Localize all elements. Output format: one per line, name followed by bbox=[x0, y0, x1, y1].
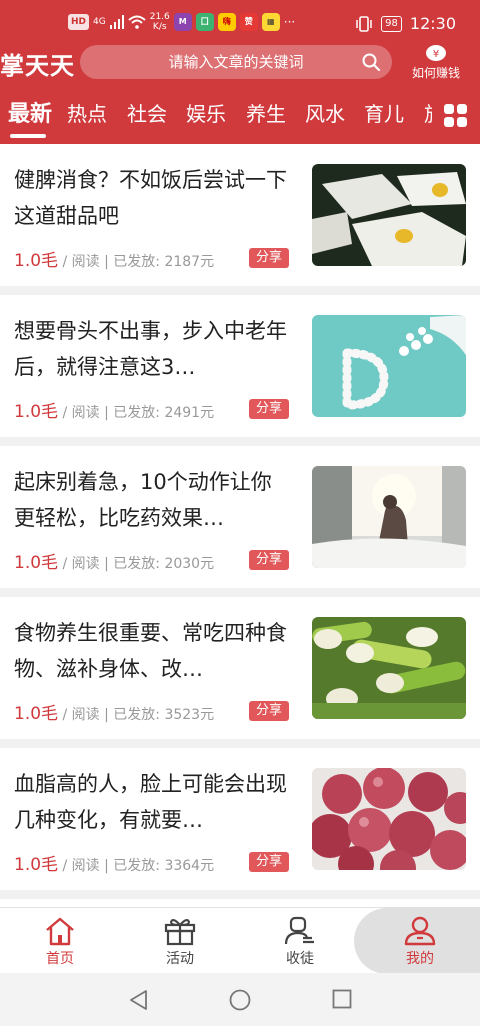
article-meta: 1.0毛 / 阅读 | 已发放: 2187元 bbox=[14, 246, 214, 271]
share-button[interactable]: 分享 bbox=[249, 852, 289, 872]
bottom-navigation: 首页 活动 收徒 我的 bbox=[0, 907, 480, 974]
back-icon[interactable] bbox=[128, 989, 148, 1011]
article-stats: / 阅读 | 已发放: 3364元 bbox=[58, 858, 215, 874]
share-button[interactable]: 分享 bbox=[249, 550, 289, 570]
morning-stretch-thumbnail-image bbox=[312, 466, 466, 568]
article-card-partial bbox=[0, 899, 480, 907]
nav-activity-label: 活动 bbox=[166, 951, 194, 967]
app-notification-icon: ▦ bbox=[261, 13, 280, 31]
article-title[interactable]: 健脾消食？不如饭后尝试一下这道甜品吧 bbox=[14, 162, 290, 234]
home-icon bbox=[46, 917, 74, 946]
nav-recruit-label: 收徒 bbox=[286, 951, 314, 967]
network-type-label: 4G bbox=[93, 17, 106, 27]
article-title[interactable]: 食物养生很重要、常吃四种食物、滋补身体、改… bbox=[14, 615, 290, 687]
recruit-icon bbox=[284, 916, 314, 945]
dessert-thumbnail-image bbox=[312, 164, 466, 266]
nav-me[interactable]: 我的 bbox=[360, 908, 480, 974]
tab-fengshui[interactable]: 风水 bbox=[305, 98, 345, 127]
article-stats: / 阅读 | 已发放: 2491元 bbox=[58, 405, 215, 421]
tab-entertainment[interactable]: 娱乐 bbox=[186, 98, 226, 127]
share-button[interactable]: 分享 bbox=[249, 701, 289, 721]
search-placeholder: 请输入文章的关键词 bbox=[168, 53, 304, 71]
article-reward: 1.0毛 bbox=[14, 855, 59, 875]
nav-activity[interactable]: 活动 bbox=[120, 908, 240, 974]
grapes-thumbnail-image bbox=[312, 768, 466, 870]
how-to-earn-label: 如何赚钱 bbox=[411, 66, 460, 80]
article-stats: / 阅读 | 已发放: 2187元 bbox=[58, 254, 215, 270]
battery-indicator: 98 bbox=[381, 15, 402, 32]
home-circle-icon[interactable] bbox=[229, 989, 251, 1011]
green-onions-thumbnail-image bbox=[312, 617, 466, 719]
article-stats: / 阅读 | 已发放: 2030元 bbox=[58, 556, 215, 572]
signal-icon bbox=[109, 15, 124, 29]
status-right: 98 12:30 bbox=[355, 14, 456, 33]
article-reward: 1.0毛 bbox=[14, 402, 59, 422]
hd-label: HD bbox=[68, 14, 90, 30]
article-card[interactable]: 起床别着急，10个动作让你更轻松，比吃药效果… 1.0毛 / 阅读 | 已发放:… bbox=[0, 446, 480, 588]
article-card[interactable]: 食物养生很重要、常吃四种食物、滋补身体、改… 1.0毛 / 阅读 | 已发放: … bbox=[0, 597, 480, 739]
active-tab-indicator bbox=[10, 134, 46, 138]
article-meta: 1.0毛 / 阅读 | 已发放: 2491元 bbox=[14, 397, 214, 422]
nav-me-label: 我的 bbox=[406, 951, 434, 967]
category-tabs: 最新 热点 社会 娱乐 养生 风水 育儿 旅 bbox=[0, 90, 480, 144]
article-thumbnail[interactable] bbox=[312, 466, 466, 568]
vitamin-d-thumbnail-image bbox=[312, 315, 466, 417]
article-title[interactable]: 起床别着急，10个动作让你更轻松，比吃药效果… bbox=[14, 464, 290, 536]
article-card[interactable]: 想要骨头不出事，步入中老年后，就得注意这3… 1.0毛 / 阅读 | 已发放: … bbox=[0, 295, 480, 437]
article-thumbnail[interactable] bbox=[312, 164, 466, 266]
tab-society[interactable]: 社会 bbox=[127, 98, 167, 127]
article-reward: 1.0毛 bbox=[14, 704, 59, 724]
article-thumbnail[interactable] bbox=[312, 315, 466, 417]
tab-latest[interactable]: 最新 bbox=[8, 96, 52, 128]
clock: 12:30 bbox=[409, 14, 456, 33]
grid-menu-icon[interactable] bbox=[444, 104, 468, 128]
article-meta: 1.0毛 / 阅读 | 已发放: 3364元 bbox=[14, 850, 214, 875]
article-card[interactable]: 健脾消食？不如饭后尝试一下这道甜品吧 1.0毛 / 阅读 | 已发放: 2187… bbox=[0, 144, 480, 286]
nav-home[interactable]: 首页 bbox=[0, 908, 120, 974]
tab-health[interactable]: 养生 bbox=[246, 98, 286, 127]
share-button[interactable]: 分享 bbox=[249, 399, 289, 419]
status-bar: HD 4G 21.6 K/s M 囗 嗨 赞 ▦ ··· 98 12:30 bbox=[0, 0, 480, 44]
tab-hot[interactable]: 热点 bbox=[67, 98, 107, 127]
app-notification-icon: 赞 bbox=[239, 13, 258, 31]
wifi-icon bbox=[128, 15, 146, 29]
share-button[interactable]: 分享 bbox=[249, 248, 289, 268]
recents-icon[interactable] bbox=[332, 989, 352, 1009]
tab-parenting[interactable]: 育儿 bbox=[364, 98, 404, 127]
app-notification-icon: 囗 bbox=[195, 13, 214, 31]
svg-text:¥: ¥ bbox=[433, 49, 439, 60]
net-speed-value: 21.6 bbox=[149, 12, 170, 22]
net-speed: 21.6 K/s bbox=[150, 12, 170, 32]
article-meta: 1.0毛 / 阅读 | 已发放: 2030元 bbox=[14, 548, 214, 573]
coin-icon: ¥ bbox=[426, 45, 446, 61]
article-thumbnail[interactable] bbox=[312, 768, 466, 870]
app-header: 掌天天 请输入文章的关键词 ¥ 如何赚钱 bbox=[0, 44, 480, 90]
net-speed-unit: K/s bbox=[152, 22, 167, 32]
nav-recruit[interactable]: 收徒 bbox=[240, 908, 360, 974]
profile-icon bbox=[404, 916, 436, 946]
more-notifications-icon: ··· bbox=[283, 15, 296, 29]
system-navigation-bar bbox=[0, 973, 480, 1026]
how-to-earn-button[interactable]: ¥ 如何赚钱 bbox=[406, 44, 466, 81]
vibrate-icon bbox=[356, 15, 372, 32]
article-card[interactable]: 血脂高的人，脸上可能会出现几种变化，有就要… 1.0毛 / 阅读 | 已发放: … bbox=[0, 748, 480, 890]
app-notification-icon: 嗨 bbox=[217, 13, 236, 31]
search-icon[interactable] bbox=[362, 53, 380, 71]
search-input[interactable]: 请输入文章的关键词 bbox=[80, 45, 392, 79]
article-reward: 1.0毛 bbox=[14, 251, 59, 271]
article-thumbnail[interactable] bbox=[312, 617, 466, 719]
gift-icon bbox=[164, 919, 196, 946]
article-meta: 1.0毛 / 阅读 | 已发放: 3523元 bbox=[14, 699, 214, 724]
app-notification-icon: M bbox=[173, 13, 192, 31]
nav-home-label: 首页 bbox=[46, 951, 74, 967]
article-title[interactable]: 想要骨头不出事，步入中老年后，就得注意这3… bbox=[14, 313, 290, 385]
status-left: HD 4G 21.6 K/s M 囗 嗨 赞 ▦ ··· bbox=[68, 12, 295, 32]
article-stats: / 阅读 | 已发放: 3523元 bbox=[58, 707, 215, 723]
article-reward: 1.0毛 bbox=[14, 553, 59, 573]
app-logo: 掌天天 bbox=[0, 51, 75, 80]
article-title[interactable]: 血脂高的人，脸上可能会出现几种变化，有就要… bbox=[14, 766, 290, 838]
